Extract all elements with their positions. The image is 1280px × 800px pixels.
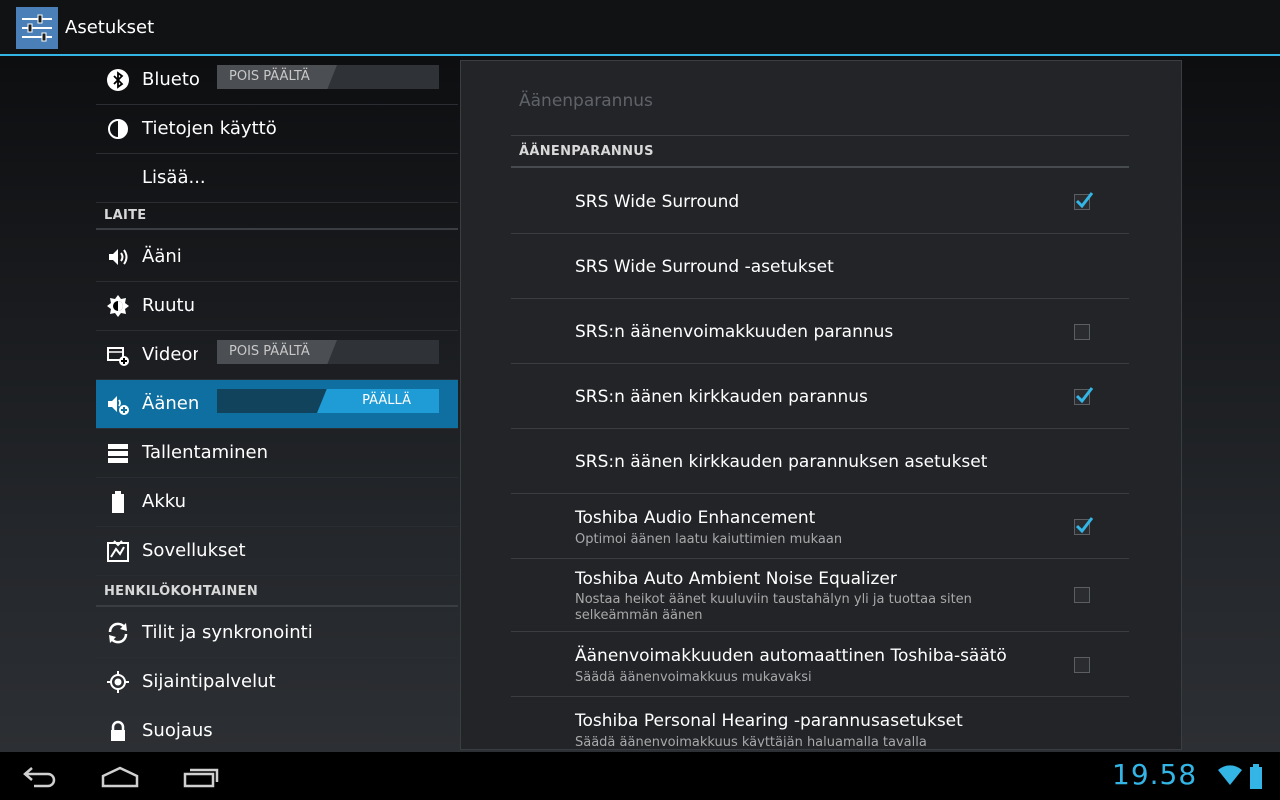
pref-toshiba-audio-enhancement[interactable]: Toshiba Audio Enhancement Optimoi äänen … [511, 494, 1129, 559]
sidebar-item-storage[interactable]: Tallentaminen [96, 429, 458, 478]
sidebar-item-label: Tietojen käyttö [142, 118, 277, 139]
section-header-personal: HENKILÖKOHTAINEN [104, 584, 259, 599]
sidebar-item-bluetooth[interactable]: Bluetooth POIS PÄÄLTÄ [96, 56, 458, 105]
audio-enhancement-toggle[interactable]: PÄÄLLÄ [217, 389, 439, 413]
sidebar-item-accounts-sync[interactable]: Tilit ja synkronointi [96, 609, 458, 658]
status-clock[interactable]: 19.58 [1112, 758, 1197, 791]
action-bar: Asetukset [0, 0, 1280, 56]
sidebar-item-audio-enhancement[interactable]: Äänenparannus PÄÄLLÄ [96, 380, 458, 429]
pref-srs-wide-surround-settings[interactable]: SRS Wide Surround -asetukset [511, 234, 1129, 299]
sidebar-item-label: Sijaintipalvelut [142, 671, 276, 692]
pref-srs-wide-surround[interactable]: SRS Wide Surround [511, 168, 1129, 234]
sidebar-item-display[interactable]: Ruutu [96, 282, 458, 331]
section-divider [96, 605, 458, 607]
recent-apps-icon[interactable] [182, 766, 220, 788]
panel-divider [511, 135, 1129, 136]
settings-headers-list: Bluetooth POIS PÄÄLTÄ Tietojen käyttö Li… [96, 56, 458, 756]
bluetooth-icon [107, 69, 129, 91]
pref-title: Toshiba Audio Enhancement [575, 508, 816, 528]
section-header-device: LAITE [104, 208, 147, 223]
audio-enhancement-panel: Äänenparannus ÄÄNENPARANNUS SRS Wide Sur… [460, 60, 1182, 750]
pref-srs-volume-enhancement[interactable]: SRS:n äänenvoimakkuuden parannus [511, 299, 1129, 364]
sidebar-item-label: Tallentaminen [142, 442, 269, 463]
section-divider [96, 228, 458, 230]
toggle-text: POIS PÄÄLTÄ [229, 69, 310, 84]
sidebar-item-label: Ääni [142, 246, 182, 267]
pref-title: SRS:n äänen kirkkauden parannus [575, 387, 868, 407]
pref-title: SRS Wide Surround -asetukset [575, 257, 834, 277]
check-icon [1075, 387, 1094, 404]
bluetooth-toggle[interactable]: POIS PÄÄLTÄ [217, 65, 439, 89]
pref-title: SRS:n äänen kirkkauden parannuksen asetu… [575, 452, 988, 472]
preference-list[interactable]: SRS Wide Surround SRS Wide Surround -ase… [461, 168, 1181, 747]
settings-app-icon[interactable] [16, 7, 58, 49]
check-icon [1075, 192, 1094, 209]
navigation-bar: 19.58 [0, 752, 1280, 800]
sidebar-item-security[interactable]: Suojaus [96, 707, 458, 756]
toggle-track [217, 389, 327, 413]
brightness-icon [107, 295, 129, 317]
sidebar-item-more[interactable]: Lisää... [96, 154, 458, 203]
apps-icon [107, 540, 129, 562]
pref-title: Toshiba Auto Ambient Noise Equalizer [575, 569, 897, 589]
sidebar-item-label: Sovellukset [142, 540, 246, 561]
pref-title: SRS:n äänenvoimakkuuden parannus [575, 322, 894, 342]
speaker-icon [109, 249, 128, 265]
toggle-text: POIS PÄÄLTÄ [229, 344, 310, 359]
pref-title: SRS Wide Surround [575, 192, 740, 212]
home-icon[interactable] [100, 766, 140, 788]
video-enhancement-toggle[interactable]: POIS PÄÄLTÄ [217, 340, 439, 364]
checkbox-unchecked[interactable] [1074, 587, 1090, 603]
checkbox-unchecked[interactable] [1074, 324, 1090, 340]
sidebar-item-label: Lisää... [142, 167, 206, 188]
sidebar-item-label: Ruutu [142, 295, 195, 316]
sidebar-item-label: Akku [142, 491, 187, 512]
pref-title: Äänenvoimakkuuden automaattinen Toshiba-… [575, 646, 1007, 666]
lock-icon [111, 720, 125, 741]
sync-icon [108, 622, 128, 644]
sidebar-item-data-usage[interactable]: Tietojen käyttö [96, 105, 458, 154]
app-title: Asetukset [65, 17, 155, 38]
sidebar-item-location[interactable]: Sijaintipalvelut [96, 658, 458, 707]
pref-summary: Säädä äänenvoimakkuus mukavaksi [575, 670, 812, 685]
speaker-plus-icon [108, 396, 129, 415]
pref-srs-clarity-enhancement[interactable]: SRS:n äänen kirkkauden parannus [511, 364, 1129, 429]
pref-summary: Säädä äänenvoimakkuus käyttäjän haluamal… [575, 735, 927, 747]
pref-summary: Nostaa heikot äänet kuuluviin taustahäly… [575, 592, 972, 623]
pref-srs-clarity-settings[interactable]: SRS:n äänen kirkkauden parannuksen asetu… [511, 429, 1129, 494]
storage-icon [108, 444, 128, 463]
pref-toshiba-noise-equalizer[interactable]: Toshiba Auto Ambient Noise Equalizer Nos… [511, 559, 1129, 632]
sidebar-item-apps[interactable]: Sovellukset [96, 527, 458, 576]
panel-section-header: ÄÄNENPARANNUS [519, 144, 654, 159]
pref-summary: Optimoi äänen laatu kaiuttimien mukaan [575, 532, 843, 547]
battery-status-icon [1250, 764, 1262, 789]
pref-toshiba-personal-hearing[interactable]: Toshiba Personal Hearing -parannusasetuk… [511, 697, 1129, 747]
check-icon [1075, 517, 1094, 534]
sidebar-item-label: Äänenparannus [142, 393, 200, 414]
data-usage-icon [108, 119, 128, 139]
video-plus-icon [107, 347, 129, 366]
checkbox-checked[interactable] [1074, 192, 1094, 210]
sidebar-item-label: Tilit ja synkronointi [142, 622, 313, 643]
sidebar-item-label: Suojaus [142, 720, 213, 741]
checkbox-checked[interactable] [1074, 517, 1094, 535]
checkbox-unchecked[interactable] [1074, 657, 1090, 673]
battery-icon [112, 491, 124, 513]
location-icon [107, 671, 129, 693]
pref-title: Toshiba Personal Hearing -parannusasetuk… [575, 711, 963, 731]
panel-title: Äänenparannus [519, 91, 653, 111]
sidebar-item-video-enhancement[interactable]: Videonparannus POIS PÄÄLTÄ [96, 331, 458, 380]
sidebar-item-label: Videonparannus [142, 344, 198, 365]
checkbox-checked[interactable] [1074, 387, 1094, 405]
sidebar-item-label: Bluetooth [142, 69, 200, 90]
sidebar-item-sound[interactable]: Ääni [96, 233, 458, 282]
wifi-icon [1218, 765, 1242, 785]
toggle-text: PÄÄLLÄ [362, 393, 411, 408]
sidebar-item-battery[interactable]: Akku [96, 478, 458, 527]
pref-toshiba-auto-volume[interactable]: Äänenvoimakkuuden automaattinen Toshiba-… [511, 632, 1129, 697]
back-icon[interactable] [22, 766, 58, 788]
